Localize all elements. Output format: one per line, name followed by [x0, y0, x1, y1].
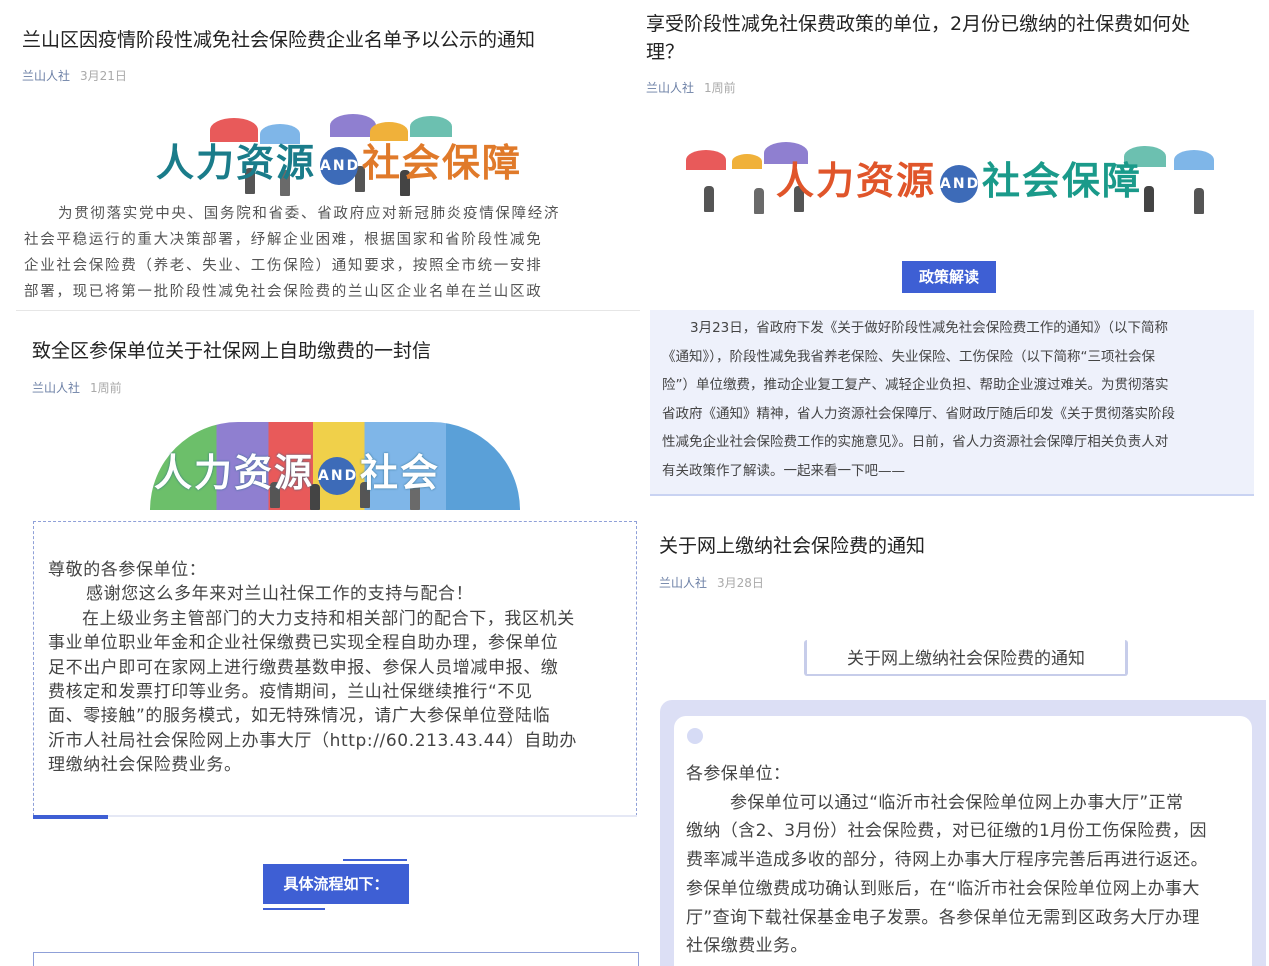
- notice-heading: 关于网上缴纳社会保险费的通知: [847, 649, 1085, 669]
- article-date: 3月21日: [80, 69, 127, 83]
- notice-inner: 各参保单位： 参保单位可以通过“临沂市社会保险单位网上办事大厅”正常 缴纳（含2…: [674, 716, 1252, 966]
- process-header: 具体流程如下：: [263, 859, 409, 910]
- banner-image: 人力资源 AND社会保障: [684, 136, 1234, 220]
- article-meta: 兰山人社 3月21日: [22, 67, 127, 84]
- source-label: 兰山人社: [32, 381, 81, 395]
- article-title[interactable]: 享受阶段性减免社保费政策的单位，2月份已缴纳的社保费如何处 理？: [646, 10, 1190, 66]
- policy-interpretation-button[interactable]: 政策解读: [902, 261, 996, 293]
- article-date: 3月28日: [717, 576, 764, 590]
- policy-summary-panel: 3月23日，省政府下发《关于做好阶段性减免社会保险费工作的通知》（以下简称 《通…: [650, 310, 1254, 496]
- article-title[interactable]: 兰山区因疫情阶段性减免社会保险费企业名单予以公示的通知: [22, 26, 535, 54]
- banner-text: 人力资源 AND社会保障: [156, 141, 523, 185]
- panel-text: 3月23日，省政府下发《关于做好阶段性减免社会保险费工作的通知》（以下简称 《通…: [662, 320, 1175, 479]
- article-card-1[interactable]: 兰山区因疫情阶段性减免社会保险费企业名单予以公示的通知 兰山人社 3月21日 人力…: [0, 0, 640, 305]
- banner-image: 人力资源 AND社会保障: [150, 112, 520, 198]
- article-meta: 兰山人社 3月28日: [659, 574, 764, 591]
- process-button[interactable]: 具体流程如下：: [263, 864, 409, 904]
- article-date: 1周前: [90, 381, 122, 395]
- source-label: 兰山人社: [659, 576, 708, 590]
- decor-dot: [687, 728, 703, 744]
- source-label: 兰山人社: [22, 69, 71, 83]
- source-label: 兰山人社: [646, 81, 695, 95]
- article-card-2[interactable]: 享受阶段性减免社保费政策的单位，2月份已缴纳的社保费如何处 理？ 兰山人社 1周前…: [640, 0, 1269, 500]
- letter-underline-accent: [33, 815, 108, 819]
- article-meta: 兰山人社 1周前: [646, 79, 736, 96]
- bottom-box-edge: [33, 952, 639, 966]
- article-date: 1周前: [704, 81, 736, 95]
- notice-heading-frame: 关于网上缴纳社会保险费的通知: [804, 640, 1128, 676]
- card-top-border: [16, 310, 640, 311]
- letter-underline: [33, 815, 637, 817]
- banner-image: 人力资源 AND社会: [150, 422, 520, 514]
- article-title[interactable]: 致全区参保单位关于社保网上自助缴费的一封信: [32, 337, 431, 365]
- notice-panel: 各参保单位： 参保单位可以通过“临沂市社会保险单位网上办事大厅”正常 缴纳（含2…: [660, 700, 1266, 966]
- article-card-4[interactable]: 关于网上缴纳社会保险费的通知 兰山人社 3月28日 关于网上缴纳社会保险费的通知 …: [640, 500, 1269, 966]
- notice-text: 各参保单位： 参保单位可以通过“临沂市社会保险单位网上办事大厅”正常 缴纳（含2…: [686, 764, 1208, 957]
- banner-text: 人力资源 AND社会保障: [776, 159, 1143, 203]
- article-title[interactable]: 关于网上缴纳社会保险费的通知: [659, 532, 925, 560]
- letter-box: 尊敬的各参保单位： 感谢您这么多年来对兰山社保工作的支持与配合！ 在上级业务主管…: [33, 521, 637, 816]
- article-card-3[interactable]: 致全区参保单位关于社保网上自助缴费的一封信 兰山人社 1周前 人力资源 AND社会 …: [16, 310, 640, 966]
- article-meta: 兰山人社 1周前: [32, 379, 122, 396]
- letter-text: 尊敬的各参保单位： 感谢您这么多年来对兰山社保工作的支持与配合！ 在上级业务主管…: [48, 560, 578, 776]
- banner-text: 人力资源 AND社会: [154, 451, 441, 495]
- article-excerpt: 为贯彻落实党中央、国务院和省委、省政府应对新冠肺炎疫情保障经济 社会平稳运行的重…: [24, 206, 561, 300]
